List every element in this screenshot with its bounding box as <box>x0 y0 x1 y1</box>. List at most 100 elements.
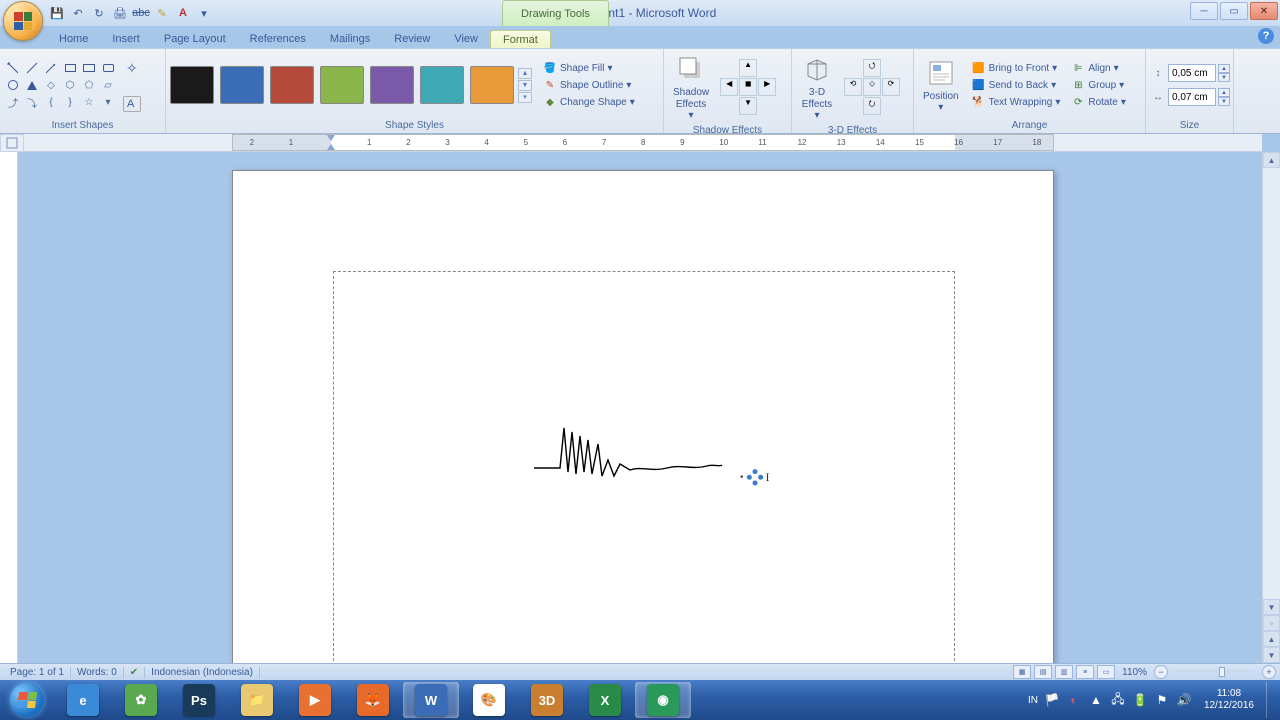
shape-style-swatch[interactable] <box>470 66 514 104</box>
tab-view[interactable]: View <box>442 30 490 48</box>
status-language[interactable]: Indonesian (Indonesia) <box>145 667 260 678</box>
taskbar-explorer[interactable]: 📁 <box>229 682 285 718</box>
tab-insert[interactable]: Insert <box>100 30 152 48</box>
taskbar-app1[interactable]: ✿ <box>113 682 169 718</box>
minimize-button[interactable]: ─ <box>1190 2 1218 20</box>
tray-clock[interactable]: 11:0812/12/2016 <box>1198 688 1260 712</box>
zoom-in-button[interactable]: + <box>1262 665 1276 679</box>
text-box-button[interactable]: A <box>123 96 141 112</box>
tray-volume-icon[interactable]: 🔊 <box>1176 692 1192 708</box>
shadow-effects-button[interactable]: Shadow Effects ▾ <box>668 51 714 124</box>
tray-flag2-icon[interactable]: ⚑ <box>1154 692 1170 708</box>
vertical-scrollbar[interactable]: ▲ ▼ ◦ ▲ ▼ <box>1262 152 1280 663</box>
tray-network-icon[interactable]: 🖧 <box>1110 692 1126 708</box>
taskbar-ie[interactable]: e <box>55 682 111 718</box>
shape-style-swatch[interactable] <box>370 66 414 104</box>
tab-mailings[interactable]: Mailings <box>318 30 382 48</box>
ruler-corner[interactable] <box>0 134 24 152</box>
shape-styles-gallery[interactable] <box>170 66 514 104</box>
edit-shape-button[interactable]: ✧ <box>123 59 141 78</box>
status-words[interactable]: Words: 0 <box>71 667 124 678</box>
change-shape-button[interactable]: ◆Change Shape ▾ <box>540 94 638 110</box>
taskbar-excel[interactable]: X <box>577 682 633 718</box>
shape-style-swatch[interactable] <box>420 66 464 104</box>
send-to-back-button[interactable]: 🟦Send to Back ▾ <box>969 77 1064 93</box>
position-icon <box>925 57 957 89</box>
shape-width-input[interactable]: 0,07 cm <box>1168 88 1216 106</box>
shape-outline-button[interactable]: ✎Shape Outline ▾ <box>540 77 638 93</box>
view-draft-button[interactable]: ▭ <box>1097 665 1115 679</box>
text-wrapping-button[interactable]: 🐕Text Wrapping ▾ <box>969 94 1064 110</box>
shape-style-swatch[interactable] <box>270 66 314 104</box>
group-label: Shadow Effects <box>668 124 787 138</box>
view-outline-button[interactable]: ≡ <box>1076 665 1094 679</box>
taskbar-3d[interactable]: 3D <box>519 682 575 718</box>
close-button[interactable]: ✕ <box>1250 2 1278 20</box>
scribble-endpoint-handle[interactable]: • I <box>740 470 770 485</box>
view-print-layout-button[interactable]: ▦ <box>1013 665 1031 679</box>
office-button[interactable] <box>3 1 43 41</box>
taskbar-paint[interactable]: 🎨 <box>461 682 517 718</box>
help-icon[interactable]: ? <box>1258 28 1274 44</box>
group-label: Shape Styles <box>170 119 659 133</box>
taskbar-photoshop[interactable]: Ps <box>171 682 227 718</box>
ribbon-tabs: HomeInsertPage LayoutReferencesMailingsR… <box>47 26 1280 48</box>
status-proofing-icon[interactable]: ✔ <box>124 667 145 678</box>
paint-bucket-icon: 🪣 <box>543 61 557 75</box>
tab-format[interactable]: Format <box>490 30 551 48</box>
maximize-button[interactable]: ▭ <box>1220 2 1248 20</box>
status-bar: Page: 1 of 1 Words: 0 ✔ Indonesian (Indo… <box>0 663 1280 680</box>
position-button[interactable]: Position ▾ <box>918 55 964 116</box>
horizontal-ruler[interactable]: 12345678910111213141516171821 <box>24 134 1262 152</box>
shape-style-swatch[interactable] <box>220 66 264 104</box>
shape-style-swatch[interactable] <box>170 66 214 104</box>
show-desktop-button[interactable] <box>1266 682 1274 718</box>
start-button[interactable] <box>0 680 54 720</box>
view-full-screen-button[interactable]: ▤ <box>1034 665 1052 679</box>
width-spinner[interactable]: ▲▼ <box>1218 88 1230 106</box>
view-web-layout-button[interactable]: ▥ <box>1055 665 1073 679</box>
style-gallery-scroll[interactable]: ▲▼▾ <box>518 68 532 103</box>
pencil-icon: ✎ <box>543 78 557 92</box>
height-spinner[interactable]: ▲▼ <box>1218 64 1230 82</box>
taskbar-media[interactable]: ▶ <box>287 682 343 718</box>
shape-height-input[interactable]: 0,05 cm <box>1168 64 1216 82</box>
shape-fill-button[interactable]: 🪣Shape Fill ▾ <box>540 60 638 76</box>
tab-page-layout[interactable]: Page Layout <box>152 30 238 48</box>
shapes-gallery[interactable]: ◇ ⬡ ⬠ ▱ ⤴ ⤵ { } ☆ ▾ <box>4 60 117 110</box>
text-box-shape[interactable]: • I <box>333 271 955 663</box>
align-button[interactable]: ⊫Align ▾ <box>1068 60 1129 76</box>
taskbar-corel[interactable]: ◉ <box>635 682 691 718</box>
3d-effects-button[interactable]: 3-D Effects ▾ <box>796 51 838 124</box>
group-insert-shapes: ◇ ⬡ ⬠ ▱ ⤴ ⤵ { } ☆ ▾ ✧ A Insert Shapes <box>0 49 166 133</box>
group-button[interactable]: ⊞Group ▾ <box>1068 77 1129 93</box>
group-label: 3-D Effects <box>796 124 909 138</box>
taskbar-word[interactable]: W <box>403 682 459 718</box>
tray-icon[interactable]: ◐ <box>1066 692 1082 708</box>
zoom-out-button[interactable]: − <box>1154 665 1168 679</box>
zoom-level[interactable]: 110% <box>1122 667 1147 678</box>
shadow-nudge-pad[interactable]: ▲ ◀◼▶ ▼ <box>720 59 776 115</box>
tab-home[interactable]: Home <box>47 30 100 48</box>
vertical-ruler[interactable] <box>0 152 18 663</box>
tab-review[interactable]: Review <box>382 30 442 48</box>
rotate-button[interactable]: ⟳Rotate ▾ <box>1068 94 1129 110</box>
text-wrap-icon: 🐕 <box>972 95 986 109</box>
tray-language[interactable]: IN <box>1028 695 1038 706</box>
bring-to-front-button[interactable]: 🟧Bring to Front ▾ <box>969 60 1064 76</box>
ribbon: ◇ ⬡ ⬠ ▱ ⤴ ⤵ { } ☆ ▾ ✧ A Insert Shapes ▲▼… <box>0 48 1280 134</box>
tray-battery-icon[interactable]: 🔋 <box>1132 692 1148 708</box>
page[interactable]: • I <box>232 170 1054 663</box>
tab-references[interactable]: References <box>238 30 318 48</box>
tray-flag-icon[interactable]: 🏳️ <box>1044 692 1060 708</box>
taskbar-firefox[interactable]: 🦊 <box>345 682 401 718</box>
3d-tilt-pad[interactable]: ⭯ ⟲⬦⟳ ⭮ <box>844 59 900 115</box>
status-page[interactable]: Page: 1 of 1 <box>4 667 71 678</box>
group-label: Arrange <box>918 119 1141 133</box>
tray-icon[interactable]: ▲ <box>1088 692 1104 708</box>
zoom-slider[interactable] <box>1175 670 1255 674</box>
contextual-tab-drawing-tools: Drawing Tools <box>502 0 609 26</box>
shadow-icon <box>675 53 707 85</box>
shape-style-swatch[interactable] <box>320 66 364 104</box>
scribble-shape[interactable] <box>532 418 732 490</box>
